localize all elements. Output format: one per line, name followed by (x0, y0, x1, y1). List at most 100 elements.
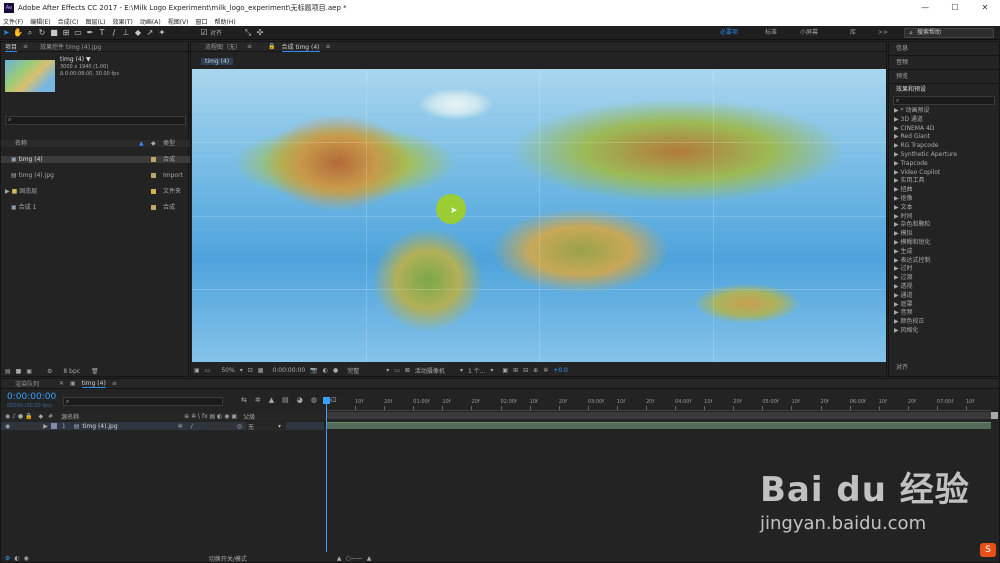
zoom-out-icon[interactable]: ▲ (337, 555, 342, 562)
chevron-down-icon[interactable]: ▾ (490, 367, 493, 374)
menu-layer[interactable]: 图层(L) (86, 17, 106, 26)
snap-icon[interactable]: ⤡ (242, 27, 254, 39)
toggle-switches-modes[interactable]: 切换开关/模式 (209, 554, 247, 563)
effect-switch-icon[interactable] (206, 423, 213, 429)
workspace-more[interactable]: >> (878, 26, 888, 40)
chevron-down-icon[interactable]: ▾ (278, 423, 281, 430)
list-item[interactable]: ▣ 合成 1 合成 (1, 204, 190, 211)
menu-help[interactable]: 帮助(H) (215, 17, 236, 26)
effects-list-item[interactable]: ▶ 文本 (889, 204, 999, 213)
audio-panel-header[interactable]: 音频 (889, 56, 999, 70)
column-name[interactable]: 名称 (15, 140, 27, 147)
settings-icon[interactable]: ⚙ (47, 368, 52, 375)
fast-preview-icon[interactable]: ⊠ (405, 367, 410, 374)
clone-stamp-tool-icon[interactable]: ⊥ (120, 27, 132, 39)
project-search-input[interactable] (5, 116, 186, 125)
menu-file[interactable]: 文件(F) (3, 17, 23, 26)
tab-composition[interactable]: 合成 timg (4) (281, 42, 320, 52)
comp-settings-icon[interactable]: ⚙ (5, 555, 10, 562)
column-source-name[interactable]: 源名称 (61, 412, 79, 421)
timeline-current-time[interactable]: 0:00:00:00 (7, 392, 56, 402)
effects-list-item[interactable]: ▶ 实用工具 (889, 177, 999, 186)
effects-list-item[interactable]: ▶ 过渡 (889, 274, 999, 283)
region-of-interest-icon[interactable]: ⊡ (248, 367, 253, 374)
current-time-indicator[interactable] (326, 397, 327, 552)
menu-edit[interactable]: 编辑(E) (30, 17, 50, 26)
color-depth-label[interactable]: 8 bpc (63, 368, 80, 375)
3d-switch-icon[interactable] (224, 423, 231, 429)
rectangle-tool-icon[interactable]: ▭ (72, 27, 84, 39)
effects-list-item[interactable]: ▶ * 动画预设 (889, 107, 999, 116)
workspace-standard[interactable]: 标准 (765, 26, 777, 40)
comp-mini-flowchart-icon[interactable]: ⇆ (241, 396, 247, 404)
tab-project[interactable]: 项目 (5, 42, 18, 52)
layer-name[interactable]: timg (4).jpg (82, 423, 117, 430)
camera-tool-icon[interactable]: ■ (48, 27, 60, 39)
eraser-tool-icon[interactable]: ◆ (132, 27, 144, 39)
pen-tool-icon[interactable]: ✒ (84, 27, 96, 39)
toggle-pixel-aspect-icon[interactable]: ▣ (502, 367, 508, 374)
minimize-icon[interactable]: — (910, 0, 940, 16)
effects-list-item[interactable]: ▶ CINEMA 4D (889, 125, 999, 134)
sort-up-icon[interactable]: ▲ (139, 140, 144, 147)
pan-behind-tool-icon[interactable]: ⊞ (60, 27, 72, 39)
resolution-dropdown[interactable]: 完整 (347, 366, 359, 375)
flowchart-icon[interactable]: ⊕ (533, 367, 538, 374)
parent-pickwhip-icon[interactable]: ◎ (237, 423, 242, 430)
tab-timeline-comp[interactable]: timg (4) (81, 380, 106, 388)
panel-menu-icon[interactable]: ≡ (326, 43, 331, 50)
magnification-dropdown[interactable]: 50% (221, 367, 234, 374)
type-tool-icon[interactable]: T (96, 27, 108, 39)
tab-render-queue[interactable]: 渲染队列 (15, 379, 39, 388)
shy-layers-icon[interactable]: ▲ (269, 396, 274, 404)
label-color-icon[interactable] (50, 423, 57, 429)
effects-search-input[interactable]: ⌕ (893, 96, 995, 105)
work-area-end-icon[interactable] (991, 412, 998, 419)
close-icon[interactable]: ✕ (59, 380, 64, 387)
label-tag-icon[interactable]: ◆ (151, 140, 156, 147)
search-help-input[interactable]: 搜索帮助 (904, 28, 994, 38)
motion-blur-icon[interactable]: ◕ (297, 396, 303, 404)
effects-list-item[interactable]: ▶ 杂色和颗粒 (889, 221, 999, 230)
close-icon[interactable]: ✕ (970, 0, 1000, 16)
tab-effect-controls[interactable]: 效果控件 timg (4).jpg (40, 42, 101, 51)
maximize-icon[interactable]: ☐ (940, 0, 970, 16)
color-channel-icon[interactable]: ● (333, 367, 338, 374)
graph-editor-icon[interactable]: ◍ (311, 396, 317, 404)
exposure-value[interactable]: +0.0 (553, 367, 568, 374)
effects-list-item[interactable]: ▶ 遮罩 (889, 301, 999, 310)
effects-list-item[interactable]: ▶ 风格化 (889, 327, 999, 336)
selection-tool-icon[interactable]: ➤ (0, 27, 12, 39)
roto-brush-tool-icon[interactable]: ↗ (144, 27, 156, 39)
lock-icon[interactable]: 🔒 (268, 43, 275, 50)
views-dropdown[interactable]: 1 个... (468, 366, 485, 375)
composition-subtab[interactable]: timg (4) (201, 58, 234, 65)
puppet-tool-icon[interactable]: ✦ (156, 27, 168, 39)
cti-head-icon[interactable] (323, 397, 330, 404)
zoom-in-icon[interactable]: ▲ (367, 555, 372, 562)
menu-effect[interactable]: 效果(T) (113, 17, 133, 26)
align-checkbox-icon[interactable]: ☑ (198, 27, 210, 39)
work-area-bar[interactable] (326, 412, 991, 419)
effects-list-item[interactable]: ▶ 扭曲 (889, 186, 999, 195)
rotate-tool-icon[interactable]: ↻ (36, 27, 48, 39)
effects-list-item[interactable]: ▶ 模拟 (889, 230, 999, 239)
effects-list-item[interactable]: ▶ 生成 (889, 248, 999, 257)
show-snapshot-icon[interactable]: ◐ (323, 367, 328, 374)
expand-arrow-icon[interactable]: ▶ (5, 188, 10, 195)
new-folder-icon[interactable]: ■ (16, 368, 22, 375)
display-icon[interactable]: ▭ (205, 367, 211, 374)
effects-list-item[interactable]: ▶ 颜色校正 (889, 318, 999, 327)
effects-list-item[interactable]: ▶ Red Giant (889, 133, 999, 142)
camera-dropdown[interactable]: 活动摄像机 (415, 366, 445, 375)
layer-duration-bar[interactable] (326, 422, 991, 429)
menu-composition[interactable]: 合成(C) (58, 17, 79, 26)
panel-menu-icon[interactable]: ≡ (23, 43, 28, 50)
effects-list-item[interactable]: ▶ Trapcode (889, 160, 999, 169)
preview-panel-header[interactable]: 预览 (889, 70, 999, 84)
timeline-search-input[interactable]: ⌕ (63, 397, 223, 406)
list-item[interactable]: ▶ ■ 固态层 文件夹 (1, 188, 190, 195)
chevron-down-icon[interactable]: ▾ (240, 367, 243, 374)
tab-flowchart[interactable]: 流程图（无） (205, 42, 241, 51)
column-type[interactable]: 类型 (163, 140, 175, 147)
